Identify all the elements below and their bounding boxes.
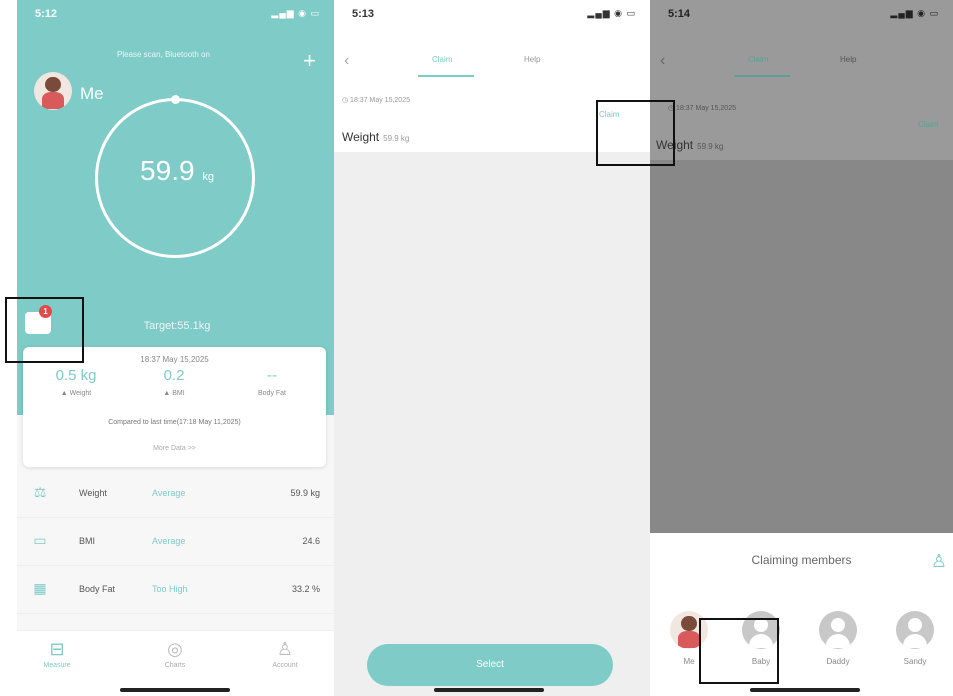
weight-unit: kg xyxy=(202,171,214,183)
record-weight: Weight 59.9 kg xyxy=(342,130,409,144)
tab-measure[interactable]: ⊟ Measure xyxy=(17,639,97,669)
status-icons: ▂▄▆ ◉ ▭ xyxy=(271,8,320,18)
stat-value: 0.5 kg xyxy=(55,367,97,384)
stat-label: ▲ Weight xyxy=(60,390,92,397)
back-icon[interactable]: ‹ xyxy=(344,52,349,70)
bluetooth-hint: Please scan, Bluetooth on xyxy=(117,50,210,59)
stat-value: 0.2 xyxy=(163,367,185,384)
bodyfat-icon: ▦ xyxy=(33,580,47,596)
metric-status: Average xyxy=(152,488,186,498)
metric-row-bmi[interactable]: ▭ BMI Average 24.6 xyxy=(17,518,334,566)
status-bar: 5:12 ▂▄▆ ◉ ▭ xyxy=(17,0,334,26)
record-date: ◷ 18:37 May 15,2025 xyxy=(668,105,736,112)
active-tab-indicator xyxy=(418,75,474,77)
charts-icon: ◎ xyxy=(167,639,183,659)
metric-status: Too High xyxy=(152,584,188,594)
stat-label: Body Fat xyxy=(257,390,286,397)
tab-help[interactable]: Help xyxy=(840,55,856,64)
phone-claim-members-screen: 5:14 ▂▄▆ ◉ ▭ ‹ Claim Help ◷ 18:37 May 15… xyxy=(650,0,953,696)
status-bar: 5:14 ▂▄▆ ◉ ▭ xyxy=(650,0,953,26)
tab-claim[interactable]: Claim xyxy=(432,55,452,64)
metric-row-weight[interactable]: ⚖ Weight Average 59.9 kg xyxy=(17,470,334,518)
home-indicator xyxy=(120,688,230,692)
tab-account[interactable]: ♙ Account xyxy=(245,639,325,669)
target-weight: Target:55.1kg xyxy=(143,320,211,332)
claiming-members-sheet: Claiming members ♙ Me Baby Daddy Sandy xyxy=(650,533,953,696)
status-icons: ▂▄▆ ◉ ▭ xyxy=(587,8,636,18)
tab-charts[interactable]: ◎ Charts xyxy=(135,639,215,669)
highlight-claim-link xyxy=(596,100,675,166)
member-name: Daddy xyxy=(826,657,850,666)
highlight-member-baby xyxy=(699,618,779,684)
bottom-tab-bar: ⊟ Measure ◎ Charts ♙ Account xyxy=(17,630,334,696)
home-indicator xyxy=(750,688,860,692)
scale-icon: ⚖ xyxy=(33,484,47,500)
stat-weight: 0.5 kg ▲ Weight xyxy=(31,367,121,397)
weight-value: 59.9 xyxy=(140,155,195,186)
metric-row-bodyfat[interactable]: ▦ Body Fat Too High 33.2 % xyxy=(17,566,334,614)
select-button[interactable]: Select xyxy=(367,644,613,686)
status-time: 5:13 xyxy=(352,8,375,20)
record-value: 59.9 kg xyxy=(697,142,724,151)
tab-label: Account xyxy=(272,662,298,669)
back-icon[interactable]: ‹ xyxy=(660,52,665,70)
more-data-link[interactable]: More Data >> xyxy=(23,445,326,452)
status-icons: ▂▄▆ ◉ ▭ xyxy=(890,8,939,18)
record-date: ◷ 18:37 May 15,2025 xyxy=(342,97,410,104)
metric-name: Body Fat xyxy=(79,584,116,594)
metric-value: 33.2 % xyxy=(291,584,320,594)
member-daddy[interactable]: Daddy xyxy=(813,611,863,666)
stat-bmi: 0.2 ▲ BMI xyxy=(129,367,219,397)
member-avatar xyxy=(896,611,934,649)
status-bar: 5:13 ▂▄▆ ◉ ▭ xyxy=(334,0,650,26)
claim-link[interactable]: Claim xyxy=(918,120,938,129)
weight-readout: 59.9 kg xyxy=(117,155,237,187)
measure-icon: ⊟ xyxy=(49,639,65,659)
metric-name: Weight xyxy=(79,488,107,498)
add-member-icon[interactable]: ♙ xyxy=(931,551,947,572)
tab-help[interactable]: Help xyxy=(524,55,540,64)
metric-value: 59.9 kg xyxy=(290,488,320,498)
account-icon: ♙ xyxy=(276,639,294,659)
metric-name: BMI xyxy=(79,536,96,546)
stat-value: -- xyxy=(267,367,277,384)
stat-label: ▲ BMI xyxy=(163,390,185,397)
home-indicator xyxy=(434,688,544,692)
record-value: 59.9 kg xyxy=(383,134,410,143)
tab-label: Charts xyxy=(164,662,186,669)
comparison-card: 18:37 May 15,2025 0.5 kg ▲ Weight 0.2 ▲ … xyxy=(23,347,326,467)
compare-note: Compared to last time(17:18 May 11,2025) xyxy=(108,419,241,426)
active-tab-indicator xyxy=(734,75,790,77)
record-label: Weight xyxy=(342,130,380,144)
stat-bodyfat: -- Body Fat xyxy=(227,367,317,397)
bmi-icon: ▭ xyxy=(33,532,47,548)
metric-value: 24.6 xyxy=(302,536,320,546)
ring-indicator-dot xyxy=(171,95,180,104)
user-name[interactable]: Me xyxy=(80,84,104,104)
member-sandy[interactable]: Sandy xyxy=(890,611,940,666)
add-button[interactable]: + xyxy=(303,48,316,74)
status-time: 5:14 xyxy=(668,8,691,20)
user-avatar[interactable] xyxy=(34,72,72,110)
metric-status: Average xyxy=(152,536,186,546)
highlight-mail-button xyxy=(5,297,84,363)
status-time: 5:12 xyxy=(35,8,58,20)
member-name: Sandy xyxy=(903,657,927,666)
member-avatar xyxy=(819,611,857,649)
tab-claim[interactable]: Claim xyxy=(748,55,768,64)
tab-label: Measure xyxy=(43,662,71,669)
sheet-title: Claiming members xyxy=(751,553,852,567)
